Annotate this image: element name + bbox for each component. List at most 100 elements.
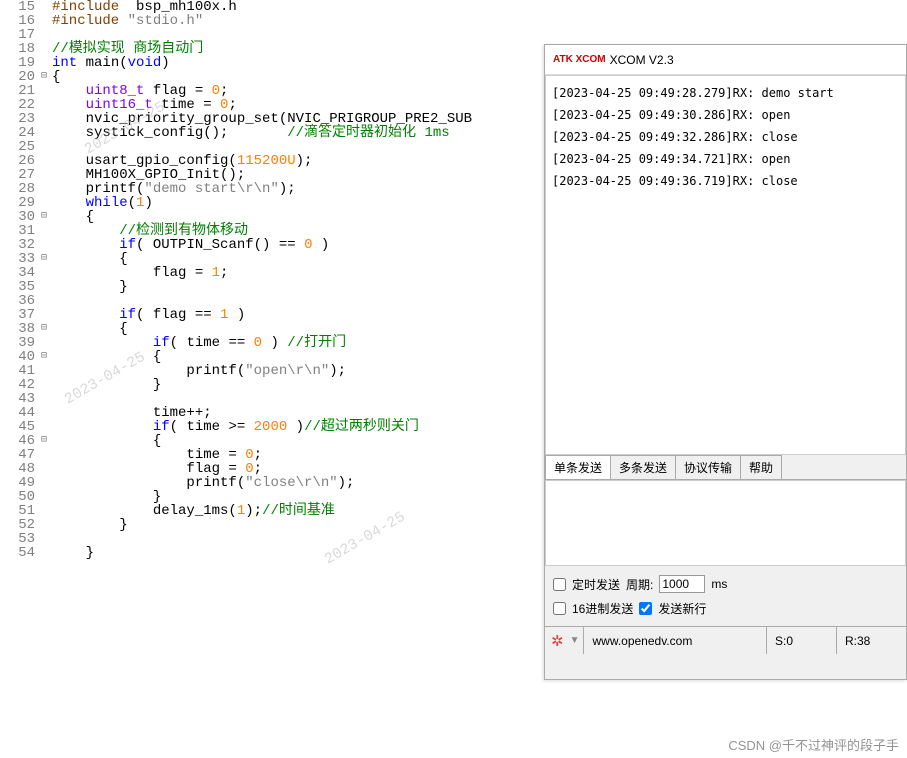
send-textarea[interactable] xyxy=(545,480,906,566)
timed-send-checkbox[interactable] xyxy=(553,578,566,591)
fold-icon xyxy=(38,98,50,112)
code-content[interactable]: { xyxy=(50,210,94,224)
fold-icon xyxy=(38,84,50,98)
code-content[interactable]: if( time == 0 ) //打开门 xyxy=(50,336,346,350)
line-number: 37 xyxy=(0,308,38,322)
code-content[interactable]: } xyxy=(50,280,128,294)
newline-checkbox[interactable] xyxy=(639,602,652,615)
fold-icon xyxy=(38,420,50,434)
code-content[interactable]: printf("demo start\r\n"); xyxy=(50,182,296,196)
window-title: XCOM V2.3 xyxy=(610,53,674,67)
fold-icon xyxy=(38,532,50,546)
line-number: 17 xyxy=(0,28,38,42)
code-content[interactable]: { xyxy=(50,70,60,84)
code-content[interactable]: if( flag == 1 ) xyxy=(50,308,245,322)
app-logo-icon: ATK XCOM xyxy=(553,54,606,65)
code-content[interactable]: { xyxy=(50,252,128,266)
code-content[interactable] xyxy=(50,28,52,42)
line-number: 29 xyxy=(0,196,38,210)
tab-protocol[interactable]: 协议传输 xyxy=(675,455,741,479)
code-content[interactable]: systick_config(); //滴答定时器初始化 1ms xyxy=(50,126,450,140)
rx-line: [2023-04-25 09:49:28.279]RX: demo start xyxy=(552,82,899,104)
line-number: 33 xyxy=(0,252,38,266)
code-content[interactable]: //模拟实现 商场自动门 xyxy=(50,42,203,56)
tab-single-send[interactable]: 单条发送 xyxy=(545,455,611,479)
tab-multi-send[interactable]: 多条发送 xyxy=(610,455,676,479)
code-content[interactable]: #include "stdio.h" xyxy=(50,14,203,28)
line-number: 53 xyxy=(0,532,38,546)
code-content[interactable]: printf("close\r\n"); xyxy=(50,476,354,490)
line-number: 31 xyxy=(0,224,38,238)
code-content[interactable]: int main(void) xyxy=(50,56,170,70)
code-content[interactable]: } xyxy=(50,378,161,392)
fold-icon[interactable]: ⊟ xyxy=(38,210,50,224)
period-input[interactable] xyxy=(659,575,705,593)
line-number: 32 xyxy=(0,238,38,252)
window-titlebar[interactable]: ATK XCOM XCOM V2.3 xyxy=(545,45,906,75)
newline-label: 发送新行 xyxy=(658,600,706,617)
line-number: 24 xyxy=(0,126,38,140)
gear-icon[interactable]: ✲ xyxy=(545,632,570,650)
fold-icon[interactable]: ⊟ xyxy=(38,350,50,364)
code-content[interactable] xyxy=(50,392,52,406)
hex-send-label: 16进制发送 xyxy=(572,600,633,617)
code-content[interactable]: flag = 1; xyxy=(50,266,228,280)
rx-output[interactable]: [2023-04-25 09:49:28.279]RX: demo start [… xyxy=(545,75,906,455)
fold-icon xyxy=(38,462,50,476)
fold-icon xyxy=(38,0,50,14)
fold-icon[interactable]: ⊟ xyxy=(38,252,50,266)
code-content[interactable]: delay_1ms(1);//时间基准 xyxy=(50,504,335,518)
fold-icon xyxy=(38,504,50,518)
dropdown-icon[interactable]: ▼ xyxy=(570,635,584,646)
hex-send-checkbox[interactable] xyxy=(553,602,566,615)
line-number: 46 xyxy=(0,434,38,448)
code-content[interactable]: { xyxy=(50,434,161,448)
code-content[interactable]: { xyxy=(50,350,161,364)
line-number: 54 xyxy=(0,546,38,560)
code-content[interactable]: while(1) xyxy=(50,196,153,210)
fold-icon xyxy=(38,112,50,126)
code-content[interactable]: uint8_t flag = 0; xyxy=(50,84,228,98)
rx-line: [2023-04-25 09:49:34.721]RX: open xyxy=(552,148,899,170)
code-content[interactable]: //检测到有物体移动 xyxy=(50,224,248,238)
code-content[interactable]: time = 0; xyxy=(50,448,262,462)
code-content[interactable]: } xyxy=(50,490,161,504)
code-line[interactable]: 15#include bsp_mh100x.h xyxy=(0,0,907,14)
code-line[interactable]: 16#include "stdio.h" xyxy=(0,14,907,28)
code-content[interactable]: if( time >= 2000 )//超过两秒则关门 xyxy=(50,420,419,434)
fold-icon xyxy=(38,280,50,294)
code-content[interactable]: printf("open\r\n"); xyxy=(50,364,346,378)
code-content[interactable]: } xyxy=(50,518,128,532)
serial-tool-window: ATK XCOM XCOM V2.3 [2023-04-25 09:49:28.… xyxy=(544,44,907,680)
fold-icon xyxy=(38,154,50,168)
code-content[interactable]: #include bsp_mh100x.h xyxy=(50,0,237,14)
code-content[interactable] xyxy=(50,294,52,308)
code-line[interactable]: 17 xyxy=(0,28,907,42)
line-number: 30 xyxy=(0,210,38,224)
code-content[interactable]: { xyxy=(50,322,128,336)
fold-icon[interactable]: ⊟ xyxy=(38,70,50,84)
fold-icon xyxy=(38,448,50,462)
csdn-watermark: CSDN @千不过神评的段子手 xyxy=(728,735,899,754)
fold-icon xyxy=(38,224,50,238)
fold-icon[interactable]: ⊟ xyxy=(38,322,50,336)
code-content[interactable]: flag = 0; xyxy=(50,462,262,476)
line-number: 45 xyxy=(0,420,38,434)
code-content[interactable] xyxy=(50,532,52,546)
fold-icon[interactable]: ⊟ xyxy=(38,434,50,448)
code-content[interactable] xyxy=(50,140,52,154)
fold-icon xyxy=(38,294,50,308)
tab-help[interactable]: 帮助 xyxy=(740,455,782,479)
code-content[interactable]: nvic_priority_group_set(NVIC_PRIGROUP_PR… xyxy=(50,112,472,126)
code-content[interactable]: time++; xyxy=(50,406,212,420)
line-number: 51 xyxy=(0,504,38,518)
code-content[interactable]: if( OUTPIN_Scanf() == 0 ) xyxy=(50,238,329,252)
line-number: 23 xyxy=(0,112,38,126)
code-content[interactable]: MH100X_GPIO_Init(); xyxy=(50,168,245,182)
code-content[interactable]: usart_gpio_config(115200U); xyxy=(50,154,312,168)
status-url[interactable]: www.openedv.com xyxy=(583,627,766,654)
line-number: 21 xyxy=(0,84,38,98)
code-content[interactable]: uint16_t time = 0; xyxy=(50,98,237,112)
code-content[interactable]: } xyxy=(50,546,94,560)
line-number: 26 xyxy=(0,154,38,168)
